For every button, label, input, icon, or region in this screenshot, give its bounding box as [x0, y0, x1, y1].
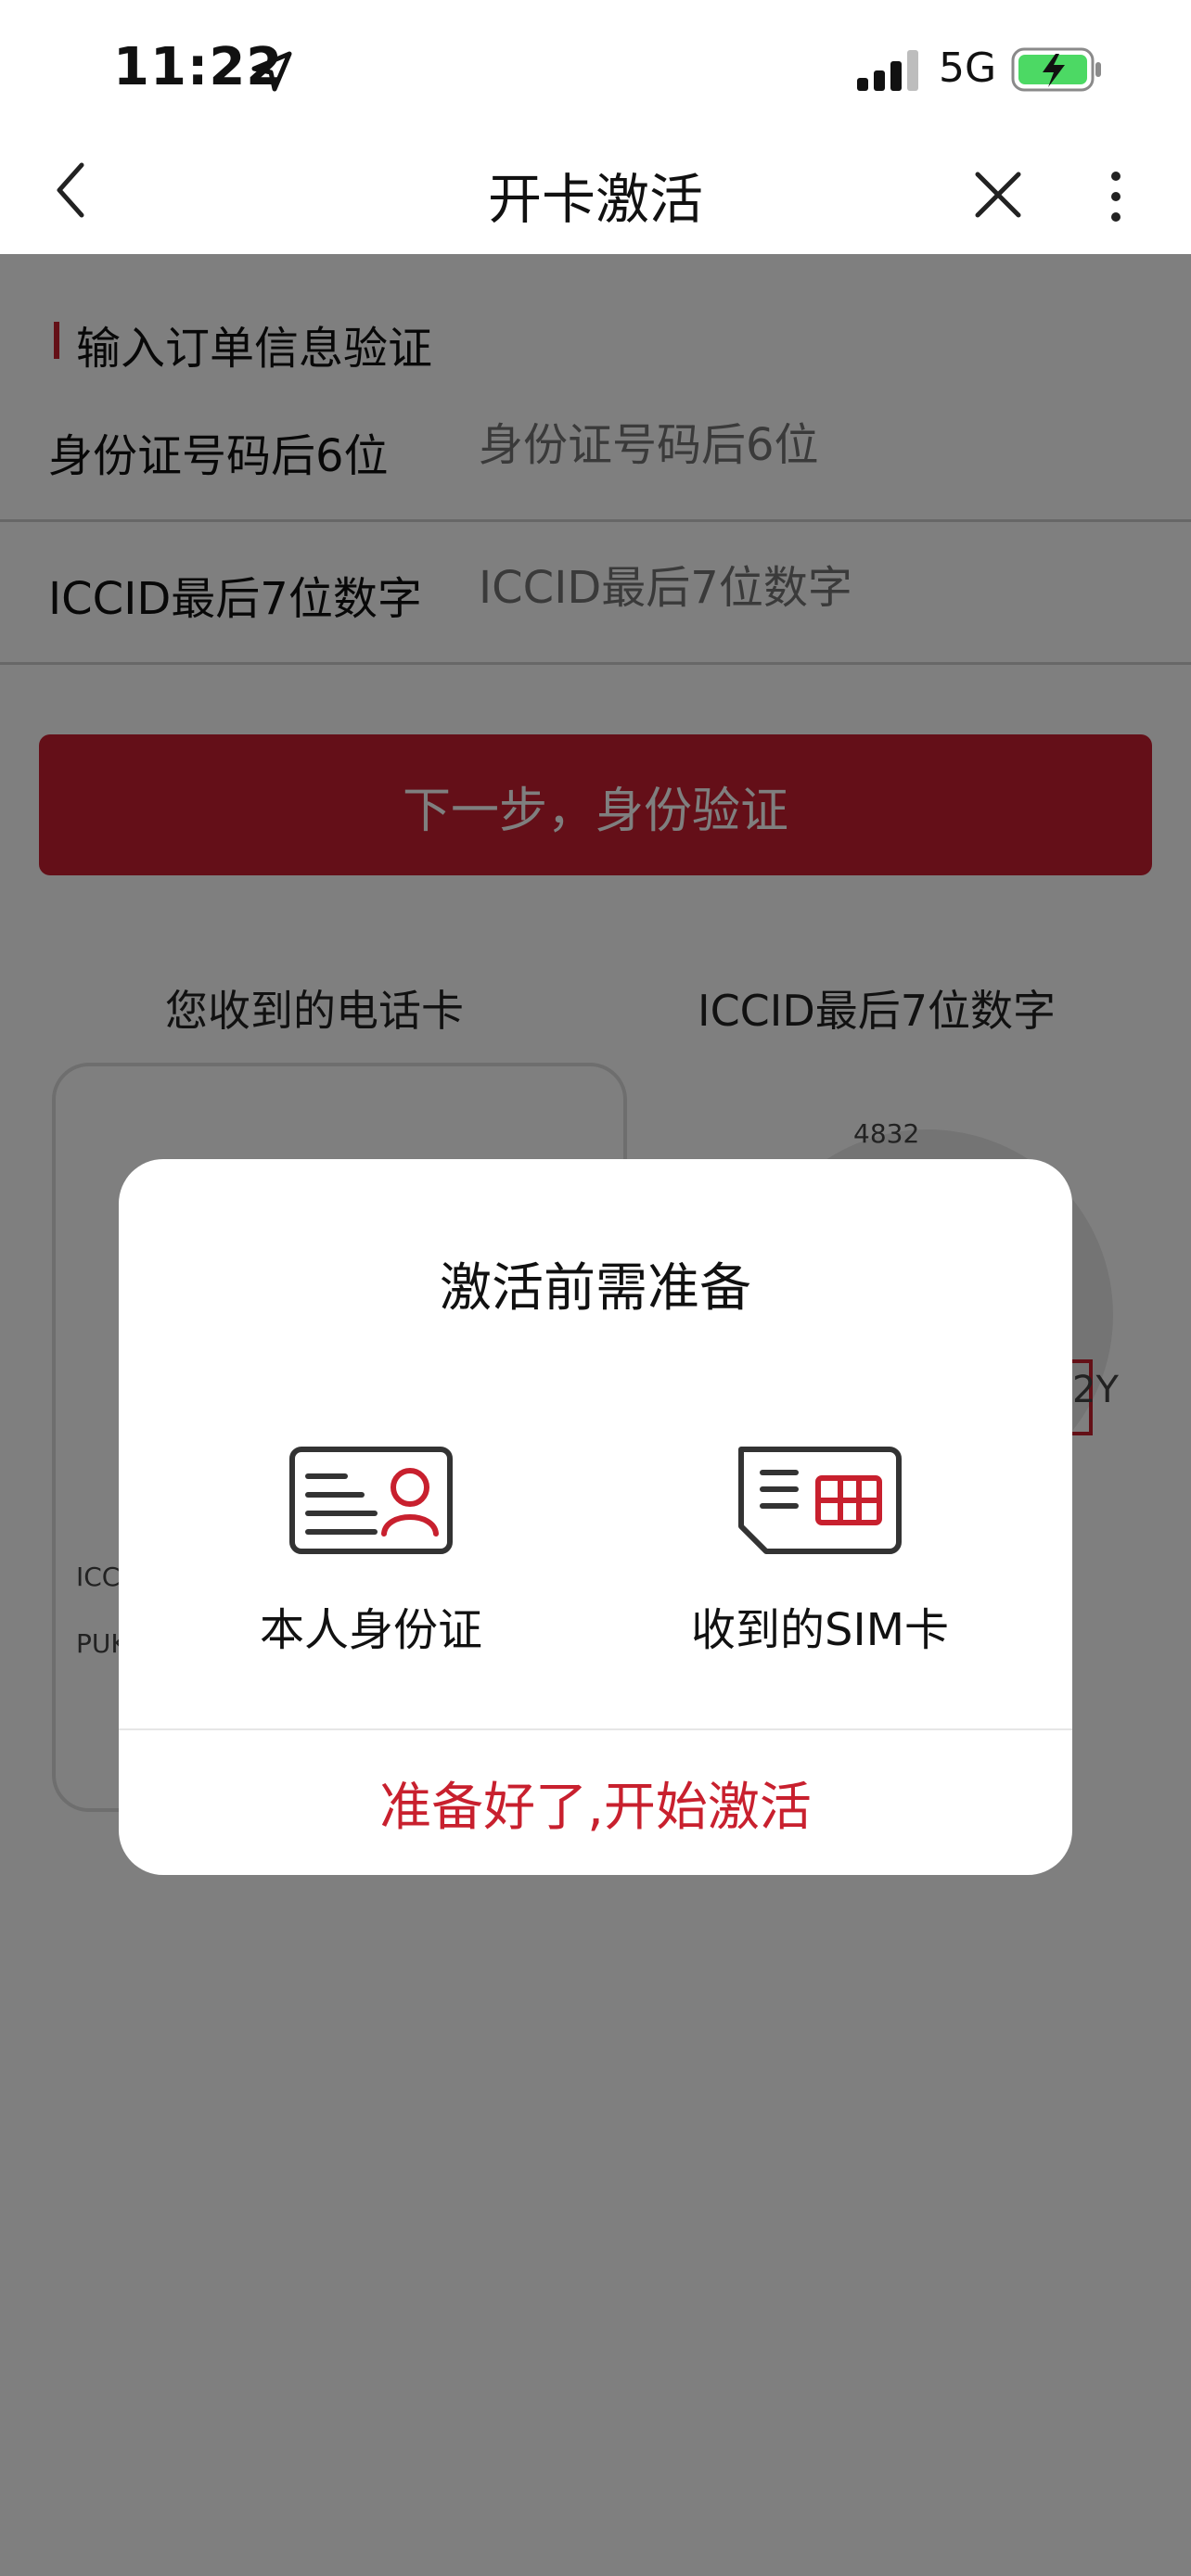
start-activation-button[interactable]: 准备好了,开始激活 — [119, 1730, 1072, 1875]
cellular-signal-icon — [857, 50, 918, 91]
more-vertical-icon[interactable] — [1102, 169, 1130, 224]
modal-title: 激活前需准备 — [440, 1258, 751, 1319]
id-card-label: 本人身份证 — [259, 1604, 482, 1656]
location-arrow-icon — [251, 51, 292, 92]
network-type: 5G — [939, 45, 997, 92]
close-icon[interactable] — [974, 171, 1022, 219]
sim-card-icon — [738, 1447, 902, 1554]
battery-charging-icon — [1011, 47, 1101, 92]
id-card-icon — [289, 1447, 453, 1554]
sim-card-label: 收到的SIM卡 — [690, 1604, 950, 1656]
